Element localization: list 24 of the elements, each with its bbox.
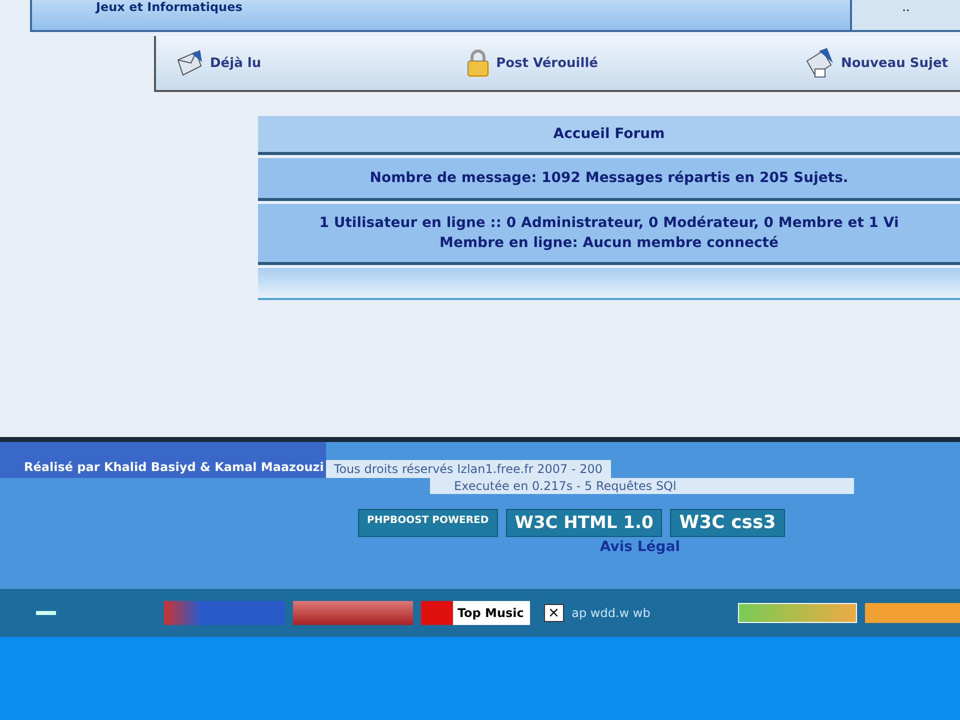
status-text: ap wdd.w wb (572, 606, 652, 620)
banner-ad[interactable] (864, 603, 960, 623)
home-link[interactable]: Accueil Forum (553, 126, 665, 142)
legend-label: Nouveau Sujet (840, 56, 948, 70)
validator-badge[interactable]: W3C HTML 1.0 (506, 509, 662, 537)
forum-title: Jeux et Informatiques (96, 0, 242, 14)
legend-label: Déjà lu (210, 56, 262, 70)
banner-ad[interactable] (738, 603, 857, 623)
banner-ad[interactable] (164, 601, 285, 625)
validator-badge[interactable]: PHPBOOST POWERED (358, 509, 498, 537)
execution-time: Executée en 0.217s - 5 Requêtes SQl (430, 478, 854, 494)
validator-badge[interactable]: W3C css3 (670, 509, 785, 537)
legend-label: Post Vérouillé (496, 56, 598, 70)
credits-text: Réalisé par Khalid Basiyd & Kamal Maazouzi (0, 442, 326, 478)
message-count: Nombre de message: 1092 Messages répartis en 205 Sujets. (370, 170, 848, 186)
close-button[interactable]: × (544, 604, 564, 622)
music-banner[interactable]: Top Music (421, 601, 530, 625)
online-users: 1 Utilisateur en ligne :: 0 Administrateur, 0 Modérateur, 0 Membre et 1 Vi (318, 214, 900, 233)
online-members: Membre en ligne: Aucun membre connecté (438, 234, 780, 253)
copyright-text: Tous droits réservés Izlan1.free.fr 2007 - 200 (326, 460, 611, 478)
corner-text: .. (902, 0, 910, 14)
banner-ad[interactable] (292, 601, 414, 625)
legal-link[interactable]: Avis Légal (600, 539, 680, 555)
padlock-icon (466, 48, 490, 78)
